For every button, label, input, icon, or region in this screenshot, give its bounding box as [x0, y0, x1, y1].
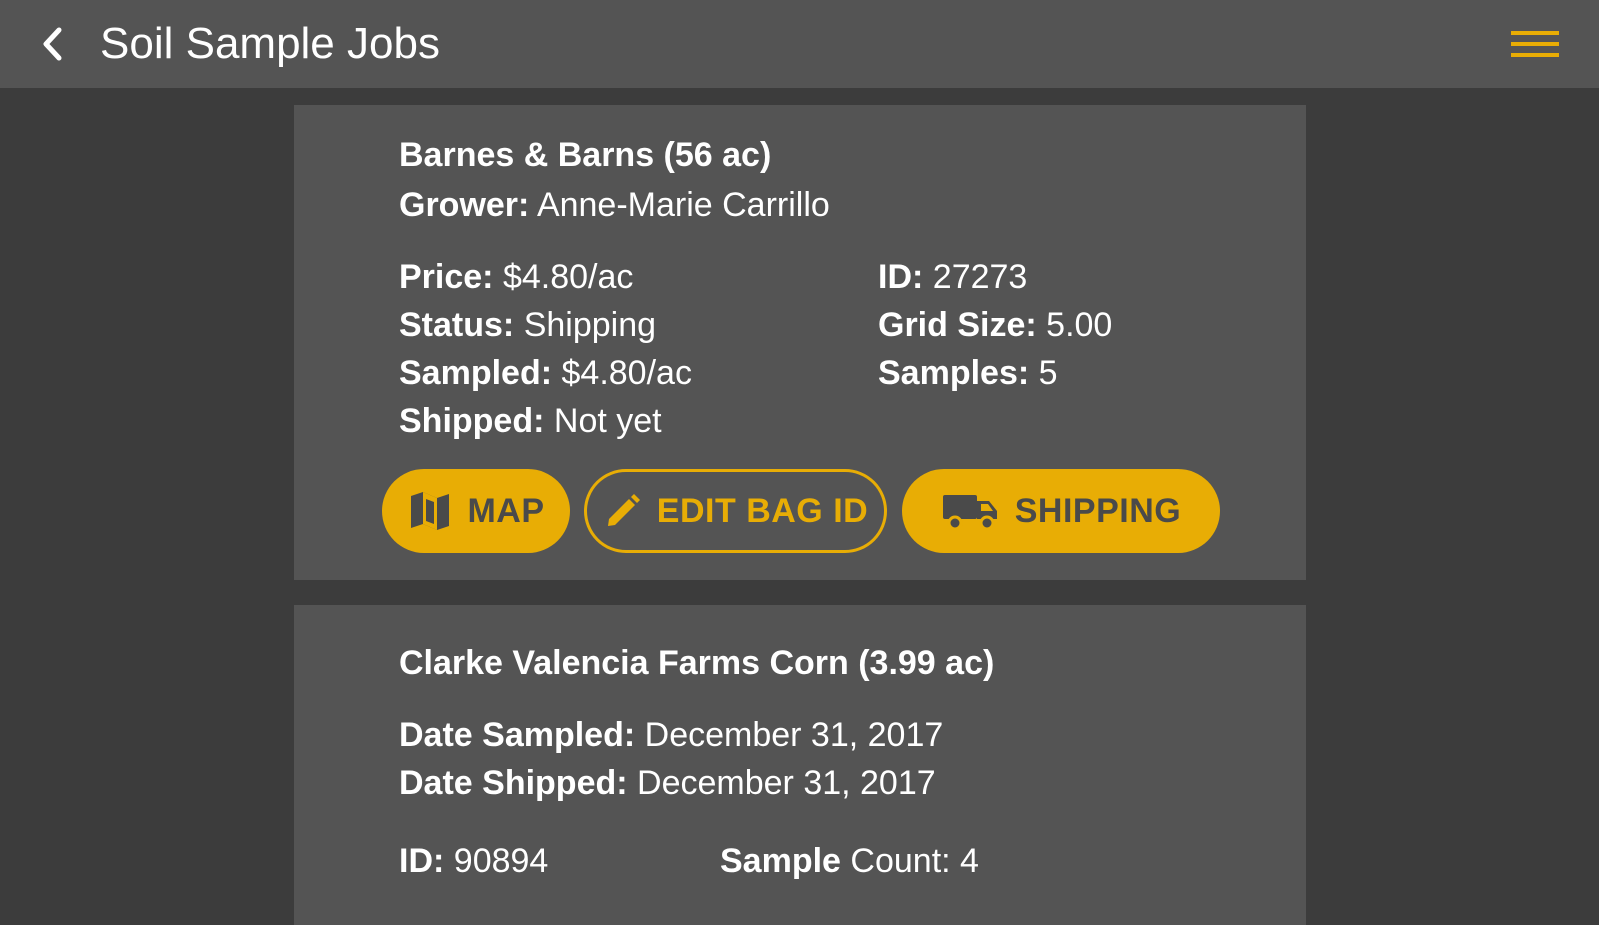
status-label: Status: [399, 306, 515, 344]
id-label: ID: [878, 258, 924, 296]
sampled-label: Sampled: [399, 354, 553, 392]
job-card[interactable]: Clarke Valencia Farms Corn (3.99 ac) Dat… [294, 605, 1306, 925]
grid-size-value: 5.00 [1046, 306, 1113, 344]
page-title: Soil Sample Jobs [100, 19, 440, 68]
grower-label: Grower: [399, 186, 530, 224]
menu-button[interactable] [1500, 24, 1570, 64]
hamburger-menu-icon [1511, 31, 1559, 57]
shipped-label: Shipped: [399, 402, 545, 440]
grower-line: Grower: Anne-Marie Carrillo [399, 185, 830, 225]
date-sampled-value: December 31, 2017 [644, 716, 944, 754]
job-title: Barnes & Barns (56 ac) [399, 136, 772, 174]
date-sampled-line: Date Sampled: December 31, 2017 [399, 715, 943, 755]
shipping-button[interactable]: SHIPPING [902, 469, 1220, 553]
sample-count-value: 4 [960, 842, 979, 880]
shipped-value: Not yet [553, 402, 662, 440]
map-button-label: MAP [467, 491, 545, 530]
id-value: 90894 [453, 842, 549, 880]
edit-bag-id-label: EDIT BAG ID [656, 491, 869, 530]
shipped-line: Shipped: Not yet [399, 401, 662, 441]
pencil-icon [603, 491, 643, 531]
date-shipped-label: Date Shipped: [399, 764, 628, 802]
status-line: Status: Shipping [399, 305, 656, 345]
status-value: Shipping [523, 306, 657, 344]
date-sampled-label: Date Sampled: [399, 716, 636, 754]
id-line: ID: 27273 [878, 257, 1027, 297]
date-shipped-value: December 31, 2017 [637, 764, 936, 802]
date-shipped-line: Date Shipped: December 31, 2017 [399, 763, 936, 803]
map-icon [407, 488, 453, 534]
back-button[interactable] [30, 22, 74, 66]
grid-size-label: Grid Size: [878, 306, 1037, 344]
job-title: Clarke Valencia Farms Corn (3.99 ac) [399, 644, 995, 682]
sampled-value: $4.80/ac [561, 354, 692, 392]
id-label: ID: [399, 842, 445, 880]
id-line: ID: 90894 [399, 841, 548, 881]
app-bar: Soil Sample Jobs [0, 0, 1599, 88]
count-label: Count: [850, 842, 951, 880]
price-line: Price: $4.80/ac [399, 257, 633, 297]
shipping-button-label: SHIPPING [1014, 491, 1182, 530]
sample-count-line: Sample Count: 4 [720, 841, 979, 881]
edit-bag-id-button[interactable]: EDIT BAG ID [584, 469, 887, 553]
grower-value: Anne-Marie Carrillo [536, 186, 830, 224]
grid-size-line: Grid Size: 5.00 [878, 305, 1112, 345]
samples-line: Samples: 5 [878, 353, 1058, 393]
chevron-left-icon [43, 27, 62, 61]
sampled-line: Sampled: $4.80/ac [399, 353, 692, 393]
price-label: Price: [399, 258, 494, 296]
samples-label: Samples: [878, 354, 1030, 392]
price-value: $4.80/ac [502, 258, 634, 296]
id-value: 27273 [932, 258, 1028, 296]
sample-label: Sample [720, 842, 841, 880]
map-button[interactable]: MAP [382, 469, 570, 553]
job-card[interactable]: Barnes & Barns (56 ac) Grower: Anne-Mari… [294, 105, 1306, 580]
truck-icon [941, 489, 1001, 533]
samples-value: 5 [1038, 354, 1058, 392]
